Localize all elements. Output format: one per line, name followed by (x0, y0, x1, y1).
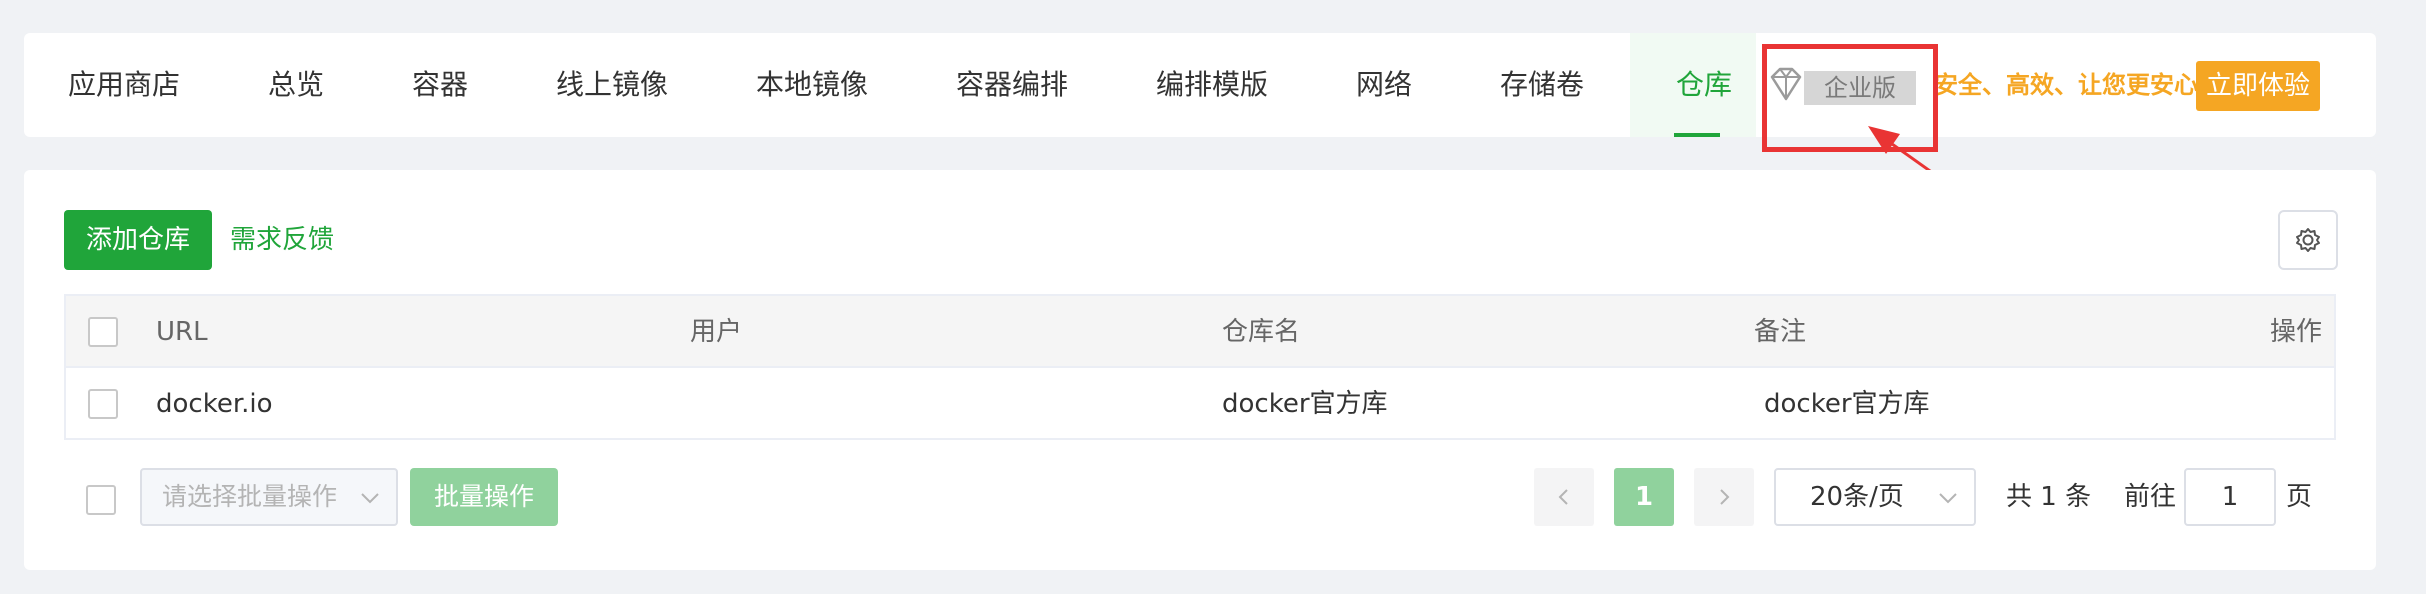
tab-compose-templates[interactable]: 编排模版 (1156, 33, 1268, 137)
settings-button[interactable] (2278, 210, 2338, 270)
chevron-right-icon (1720, 489, 1730, 505)
cell-url: docker.io (156, 389, 273, 419)
batch-operation-button[interactable]: 批量操作 (410, 468, 558, 526)
table-row: docker.io docker官方库 docker官方库 (66, 368, 2334, 440)
total-count: 共 1 条 (2006, 482, 2092, 512)
column-header-user: 用户 (690, 317, 743, 347)
chevron-down-icon (361, 493, 379, 504)
column-header-remark: 备注 (1754, 317, 1807, 347)
tab-repository[interactable]: 仓库 (1630, 33, 1756, 137)
try-now-button[interactable]: 立即体验 (2196, 61, 2320, 111)
prev-page-button[interactable] (1534, 468, 1594, 526)
feedback-link[interactable]: 需求反馈 (230, 210, 334, 270)
column-header-action: 操作 (2270, 317, 2323, 347)
tab-online-images[interactable]: 线上镜像 (556, 33, 668, 137)
tab-network[interactable]: 网络 (1356, 33, 1412, 137)
chevron-left-icon (1558, 489, 1568, 505)
tab-overview[interactable]: 总览 (268, 33, 324, 137)
next-page-button[interactable] (1694, 468, 1754, 526)
tab-app-store[interactable]: 应用商店 (68, 33, 180, 137)
row-checkbox[interactable] (88, 389, 118, 419)
batch-select-placeholder: 请选择批量操作 (162, 482, 338, 511)
page-size-value: 20条/页 (1810, 482, 1904, 512)
gear-icon (2296, 228, 2320, 252)
cell-repo-name: docker官方库 (1222, 389, 1388, 419)
tab-volumes[interactable]: 存储卷 (1500, 33, 1584, 137)
repository-table: URL 用户 仓库名 备注 操作 docker.io docker官方库 doc… (64, 294, 2336, 440)
table-header: URL 用户 仓库名 备注 操作 (66, 296, 2334, 368)
page-size-select[interactable]: 20条/页 (1774, 468, 1976, 526)
goto-page-input[interactable]: 1 (2184, 468, 2276, 526)
goto-label: 前往 (2124, 482, 2177, 512)
repository-panel: 添加仓库 需求反馈 URL 用户 仓库名 备注 操作 docker.io doc… (24, 170, 2376, 570)
tab-container-compose[interactable]: 容器编排 (956, 33, 1068, 137)
column-header-repo-name: 仓库名 (1222, 317, 1301, 347)
cell-remark: docker官方库 (1764, 389, 1930, 419)
footer-select-all-checkbox[interactable] (86, 485, 116, 515)
add-repository-button[interactable]: 添加仓库 (64, 210, 212, 270)
chevron-down-icon (1939, 493, 1957, 504)
batch-operation-select[interactable]: 请选择批量操作 (140, 468, 398, 526)
select-all-checkbox[interactable] (88, 317, 118, 347)
active-tab-indicator (1674, 133, 1720, 137)
goto-suffix: 页 (2286, 482, 2313, 512)
tab-local-images[interactable]: 本地镜像 (756, 33, 868, 137)
column-header-url: URL (156, 317, 208, 347)
page-number-current[interactable]: 1 (1614, 468, 1674, 526)
tab-containers[interactable]: 容器 (412, 33, 468, 137)
